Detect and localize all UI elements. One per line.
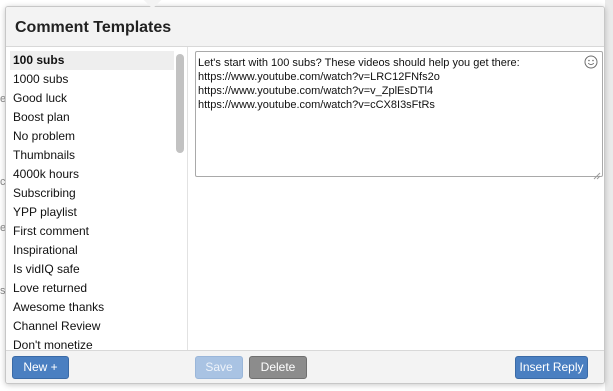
template-editor: Let's start with 100 subs? These videos …: [195, 51, 603, 180]
template-list-item[interactable]: Thumbnails: [10, 146, 174, 165]
save-button[interactable]: Save: [195, 356, 243, 379]
template-list-item[interactable]: 4000k hours: [10, 165, 174, 184]
template-list[interactable]: 100 subs 1000 subs Good luck Boost plan No p…: [10, 51, 174, 350]
resize-grip-icon[interactable]: [593, 167, 601, 180]
template-text-area[interactable]: Let's start with 100 subs? These videos …: [196, 52, 602, 176]
comment-templates-dialog: Comment Templates 100 subs 1000 subs Good …: [5, 6, 605, 384]
insert-reply-button[interactable]: Insert Reply: [515, 356, 588, 379]
template-list-item[interactable]: 1000 subs: [10, 70, 174, 89]
template-list-item[interactable]: Love returned: [10, 279, 174, 298]
smiley-icon-graphic: [584, 55, 598, 69]
template-list-item[interactable]: 100 subs: [10, 51, 174, 70]
dialog-footer: New + Save Delete Insert Reply: [6, 350, 604, 383]
template-list-item[interactable]: Subscribing: [10, 184, 174, 203]
template-list-item[interactable]: Boost plan: [10, 108, 174, 127]
template-list-scrollbar[interactable]: [176, 51, 184, 350]
template-list-item[interactable]: First comment: [10, 222, 174, 241]
background-page-edge: [605, 0, 613, 391]
dialog-header: Comment Templates: [6, 7, 604, 47]
dialog-body: 100 subs 1000 subs Good luck Boost plan No p…: [6, 47, 604, 350]
template-list-item[interactable]: Channel Review: [10, 317, 174, 336]
smiley-icon[interactable]: [584, 55, 598, 69]
template-list-item[interactable]: Is vidIQ safe: [10, 260, 174, 279]
template-list-item[interactable]: Don't monetize: [10, 336, 174, 350]
template-list-item[interactable]: No problem: [10, 127, 174, 146]
resize-grip-graphic: [593, 172, 601, 180]
new-template-button[interactable]: New +: [12, 356, 69, 379]
template-list-item[interactable]: Inspirational: [10, 241, 174, 260]
delete-button[interactable]: Delete: [249, 356, 307, 379]
panel-divider: [187, 47, 188, 350]
template-list-item[interactable]: YPP playlist: [10, 203, 174, 222]
dialog-title: Comment Templates: [15, 19, 172, 36]
template-list-item[interactable]: Good luck: [10, 89, 174, 108]
scrollbar-thumb[interactable]: [176, 54, 184, 153]
template-list-item[interactable]: Awesome thanks: [10, 298, 174, 317]
